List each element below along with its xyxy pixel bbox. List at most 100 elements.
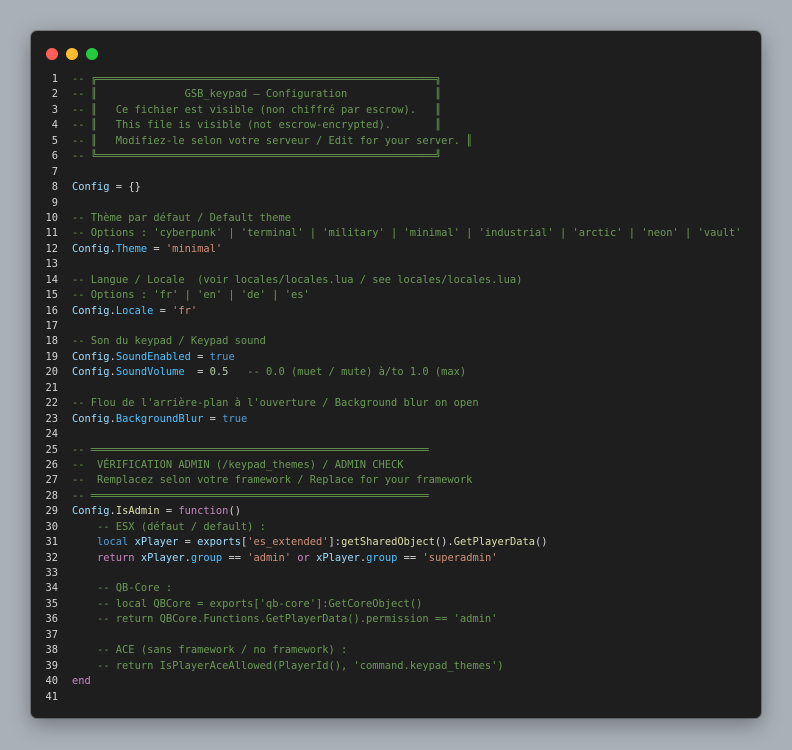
code-token: BackgroundBlur [115, 412, 204, 425]
code-line: 10 -- Thème par défaut / Default theme [31, 211, 761, 226]
code-line: 16 Config.Locale = 'fr' [31, 304, 761, 319]
code-line: 1 -- ╔═══════════════════════════════════… [31, 72, 761, 87]
line-number: 32 [45, 551, 58, 564]
code-token: -- return IsPlayerAceAllowed(PlayerId(),… [97, 659, 504, 672]
code-token: = [147, 242, 166, 255]
code-text: return xPlayer.group == 'admin' or xPlay… [72, 551, 498, 566]
code-token: xPlayer [134, 536, 179, 549]
code-token: true [222, 412, 248, 425]
code-line: 38 -- ACE (sans framework / no framework… [31, 643, 761, 658]
code-token: -- Thème par défaut / Default theme [72, 211, 291, 224]
code-token: return [97, 551, 135, 564]
code-token: -- 0.0 (muet / mute) à/to 1.0 (max) [247, 366, 467, 379]
code-text: -- ║ Ce fichier est visible (non chiffré… [72, 103, 441, 118]
code-token: Locale [115, 304, 154, 317]
code-text: end [72, 674, 91, 689]
code-token: -- return QBCore.Functions.GetPlayerData… [97, 613, 498, 626]
close-button[interactable] [46, 48, 58, 60]
code-token: xPlayer [316, 551, 360, 564]
code-token: -- Options : 'fr' | 'en' | 'de' | 'es' [72, 289, 310, 302]
line-number: 21 [45, 381, 58, 394]
code-token: SoundEnabled [115, 350, 191, 363]
code-token: -- QB-Core : [97, 582, 173, 595]
code-window: 1 -- ╔═══════════════════════════════════… [31, 31, 761, 718]
code-token: 'superadmin' [422, 551, 498, 564]
code-line: 31 local xPlayer = exports['es_extended'… [31, 535, 761, 550]
line-number: 18 [45, 335, 58, 348]
code-text: Config.Locale = 'fr' [72, 304, 197, 319]
line-number: 40 [45, 675, 58, 688]
code-token: group [366, 551, 398, 564]
line-number: 23 [45, 412, 58, 425]
code-token: true [209, 350, 235, 363]
code-line: 32 return xPlayer.group == 'admin' or xP… [31, 551, 761, 566]
code-token: = [203, 412, 223, 425]
line-number: 34 [45, 582, 58, 595]
line-number: 27 [45, 474, 58, 487]
code-line: 8 Config = {} [31, 180, 761, 195]
code-line: 22 -- Flou de l'arrière-plan à l'ouvertur… [31, 396, 761, 411]
code-token: -- ESX (défaut / default) : [97, 520, 266, 533]
code-line: 33 [31, 566, 761, 581]
line-number: 31 [45, 536, 58, 549]
code-text: -- Options : 'fr' | 'en' | 'de' | 'es' [72, 288, 310, 303]
code-text: -- local QBCore = exports['qb-core']:Get… [72, 597, 422, 612]
code-token: () [228, 505, 241, 518]
code-text: Config.IsAdmin = function() [72, 504, 241, 519]
code-line: 5 -- ║ Modifiez-le selon votre serveur / … [31, 134, 761, 149]
code-text: -- return QBCore.Functions.GetPlayerData… [72, 612, 497, 627]
code-token: -- ═════════════════════════════════════… [72, 443, 429, 456]
line-number: 17 [45, 320, 58, 332]
code-token: Theme [115, 242, 148, 255]
code-token: = [159, 505, 179, 518]
code-line: 6 -- ╚═══════════════════════════════════… [31, 149, 761, 164]
code-token: ]: [328, 536, 342, 549]
line-number: 39 [45, 659, 58, 672]
line-number: 8 [51, 181, 58, 194]
code-text: Config.SoundVolume = 0.5 -- 0.0 (muet / … [72, 365, 466, 380]
code-line: 36 -- return QBCore.Functions.GetPlayerD… [31, 612, 761, 627]
line-number: 37 [45, 628, 58, 641]
code-text: Config.SoundEnabled = true [72, 350, 235, 365]
code-line: 24 [31, 427, 761, 442]
code-token: Config [72, 350, 110, 363]
code-line: 27 -- Remplacez selon votre framework / R… [31, 473, 761, 488]
code-token: Config [72, 505, 110, 518]
line-number: 15 [45, 289, 58, 302]
line-number: 33 [45, 567, 58, 579]
line-number: 24 [45, 428, 58, 441]
maximize-button[interactable] [86, 48, 98, 60]
code-token: = [153, 304, 173, 317]
code-token: -- ║ GSB_keypad — Configuration ║ [72, 88, 442, 101]
code-token: = {} [109, 181, 141, 194]
code-text: -- Langue / Locale (voir locales/locales… [72, 273, 522, 288]
code-token: 'es_extended' [247, 536, 329, 549]
code-line: 17 [31, 319, 761, 334]
code-text: -- ═════════════════════════════════════… [72, 443, 429, 458]
line-number: 3 [51, 103, 58, 116]
code-line: 11 -- Options : 'cyberpunk' | 'terminal' … [31, 226, 761, 241]
code-token: Config [72, 181, 110, 194]
minimize-button[interactable] [66, 48, 78, 60]
code-token: -- ACE (sans framework / no framework) : [97, 644, 348, 657]
code-token: GetPlayerData [453, 536, 536, 549]
code-token: -- Remplacez selon votre framework / Rep… [72, 474, 473, 487]
code-token: -- Options : 'cyberpunk' | 'terminal' | … [72, 227, 742, 240]
code-line: 13 [31, 257, 761, 272]
line-number: 36 [45, 613, 58, 626]
code-token: == [222, 551, 248, 564]
line-number: 4 [51, 119, 58, 132]
code-line: 14 -- Langue / Locale (voir locales/local… [31, 273, 761, 288]
line-number: 30 [45, 520, 58, 533]
code-token: -- ║ Ce fichier est visible (non chiffré… [72, 103, 442, 116]
code-line: 7 [31, 165, 761, 180]
code-text: Config = {} [72, 180, 141, 195]
code-text: -- ║ Modifiez-le selon votre serveur / E… [72, 134, 472, 149]
code-text: -- VÉRIFICATION ADMIN (/keypad_themes) /… [72, 458, 404, 473]
code-token: (). [434, 536, 454, 549]
code-editor[interactable]: 1 -- ╔═══════════════════════════════════… [31, 72, 761, 705]
code-token: exports [197, 536, 241, 549]
